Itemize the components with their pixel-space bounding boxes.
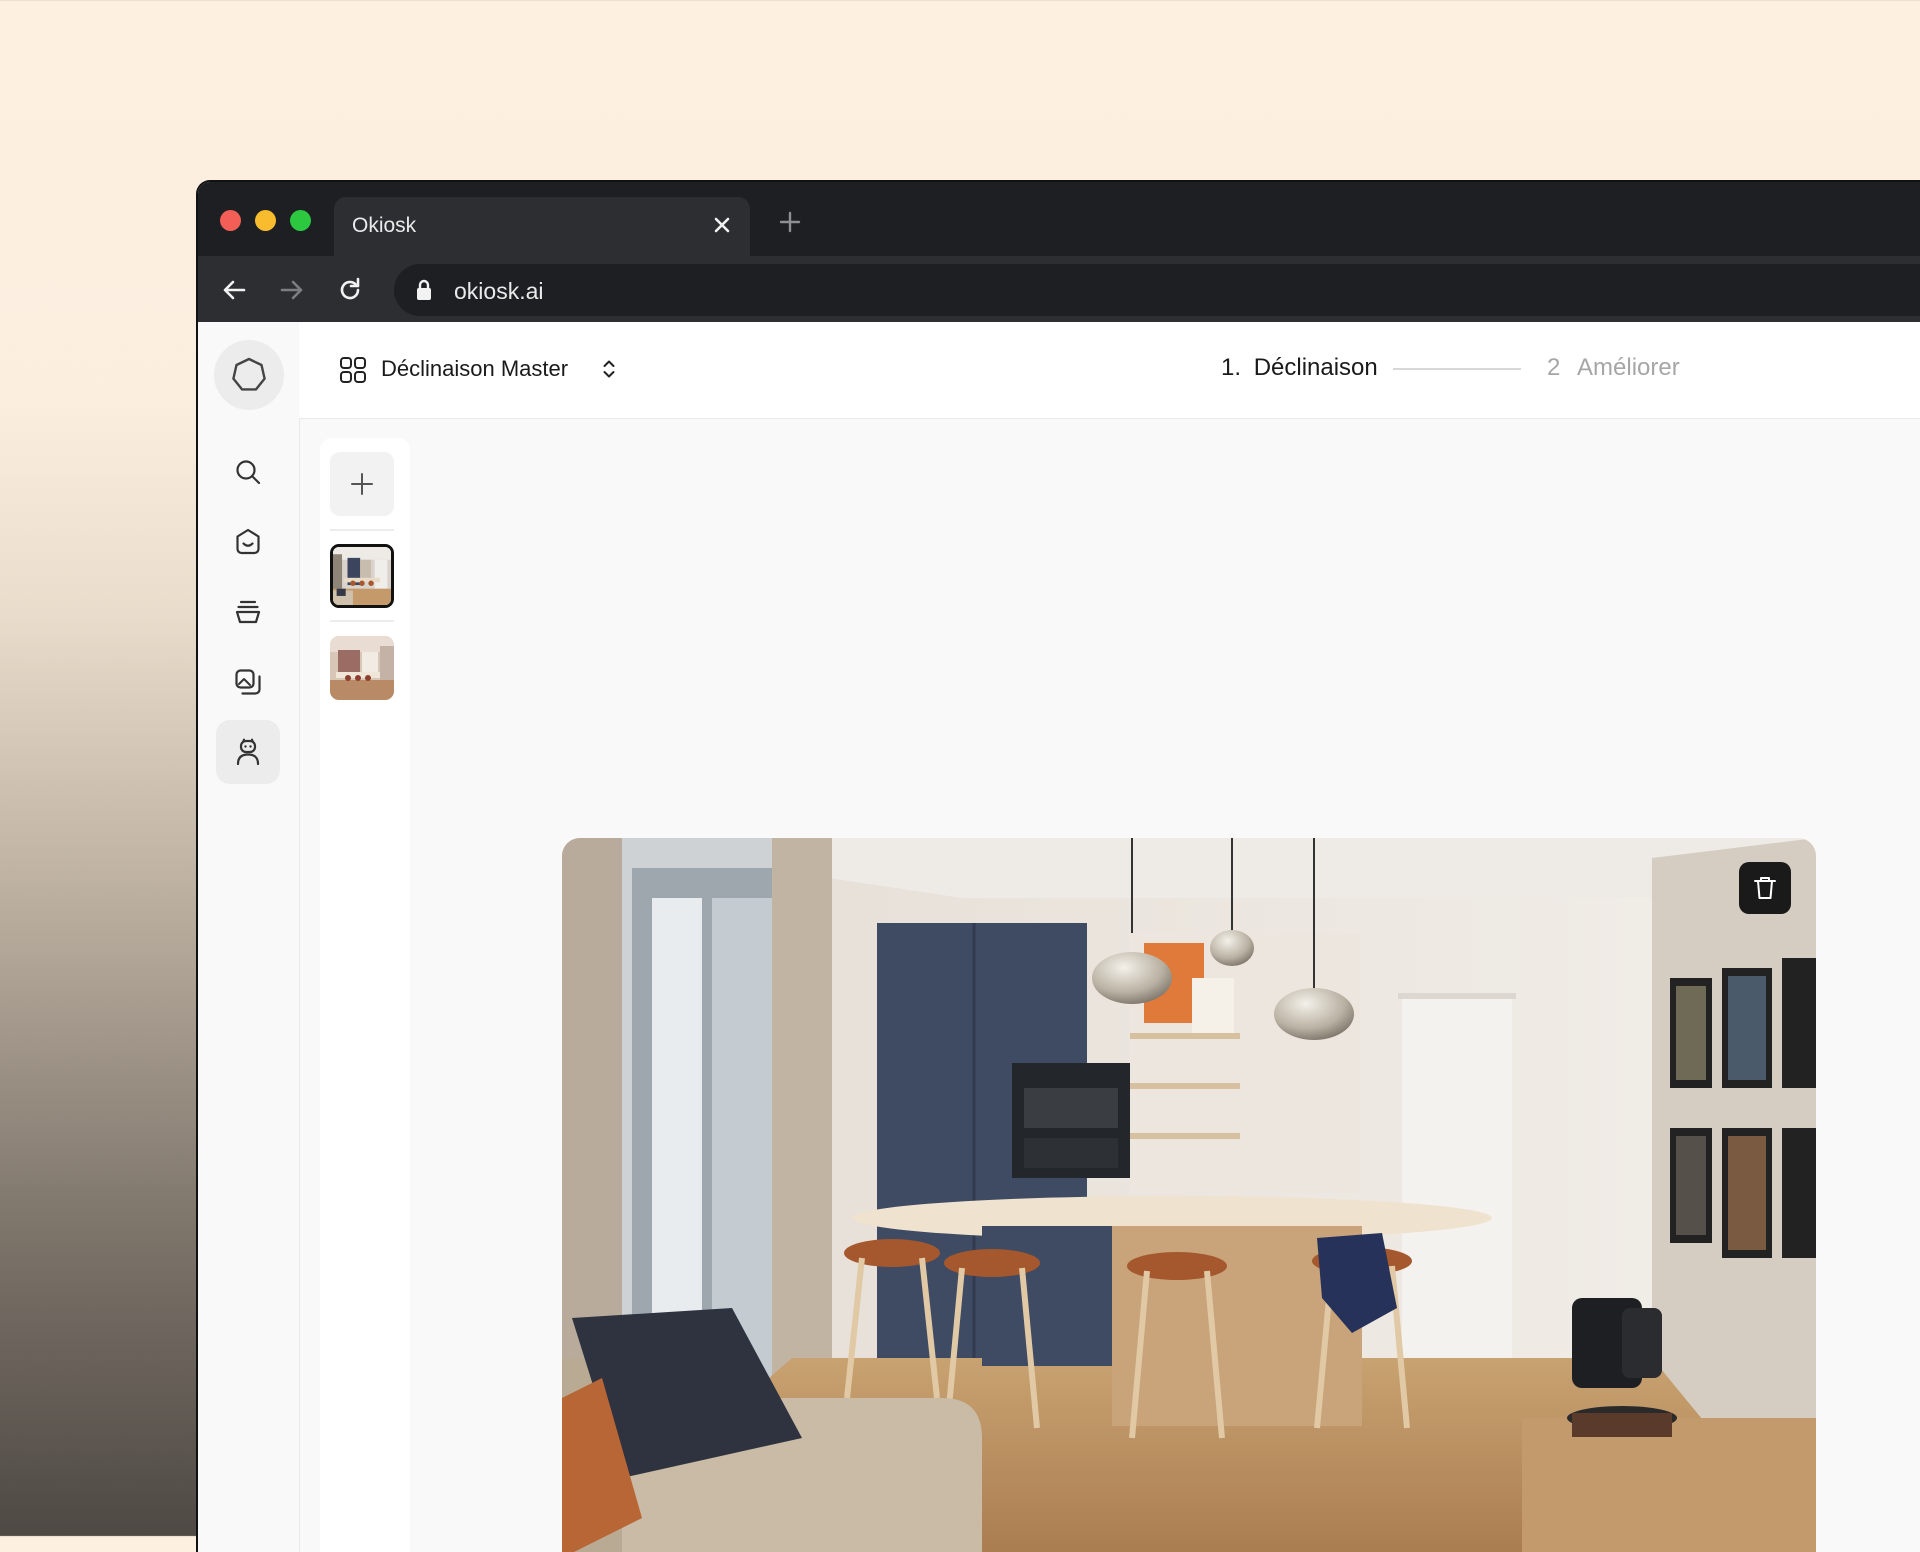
main-preview-image[interactable] [562,838,1816,1552]
step2-number: 2 [1547,354,1561,381]
app-area: Déclinaison Master 1. Déclinaison 2 Amél… [198,322,1920,1552]
logo-icon [232,357,266,391]
trash-icon [1754,877,1776,899]
address-bar[interactable]: okiosk.ai [394,264,1920,316]
step2-label: Améliorer [1577,354,1680,381]
assistant-icon [236,738,260,766]
thumbnail-kitchen-2[interactable] [330,636,394,700]
left-sidebar [198,322,300,1552]
step-declinaison[interactable]: 1. Déclinaison [1221,354,1378,382]
url-text: okiosk.ai [454,278,544,304]
step-ameliorer[interactable]: 2 Améliorer [1547,354,1680,382]
thumbnail-image [330,636,394,700]
thumbnail-panel [320,438,410,1552]
thumbnail-image [333,547,391,605]
tab-title: Okiosk [352,214,417,237]
lock-icon [417,279,431,300]
thumbnail-kitchen-1[interactable] [330,544,394,608]
back-arrow-icon[interactable] [220,276,248,304]
grid-icon [340,357,366,383]
home-icon [236,528,260,555]
sidebar-item-assistant[interactable] [216,720,280,784]
sidebar-item-search[interactable] [216,440,280,504]
plus-icon [351,473,373,495]
gallery-icon [235,669,261,695]
sidebar-item-library[interactable] [216,580,280,644]
close-window-button[interactable] [220,210,241,231]
step1-label: Déclinaison [1253,354,1378,381]
browser-titlebar: Okiosk [198,182,1920,256]
step-connector [1393,368,1521,370]
sidebar-item-home[interactable] [216,510,280,574]
sidebar-item-gallery[interactable] [216,650,280,714]
step1-number: 1. [1221,354,1242,381]
chevron-up-down-icon[interactable] [601,358,617,380]
divider [330,529,394,531]
add-image-button[interactable] [330,452,394,516]
minimize-window-button[interactable] [255,210,276,231]
project-selector[interactable]: Déclinaison Master [381,356,568,382]
forward-arrow-icon[interactable] [278,276,306,304]
browser-toolbar: okiosk.ai [198,256,1920,322]
app-logo[interactable] [214,340,284,410]
maximize-window-button[interactable] [290,210,311,231]
browser-window: Okiosk okiosk.ai Déclinaison Master 1. D… [196,180,1920,1552]
reload-icon[interactable] [336,276,364,304]
new-tab-icon[interactable] [778,210,802,234]
app-header: Déclinaison Master 1. Déclinaison 2 Amél… [299,322,1920,419]
close-icon[interactable] [710,213,734,237]
stack-icon [235,600,261,624]
kitchen-scene-image [562,838,1816,1552]
divider [330,620,394,622]
browser-tab[interactable]: Okiosk [334,197,750,256]
delete-image-button[interactable] [1739,862,1791,914]
search-icon [236,460,261,485]
